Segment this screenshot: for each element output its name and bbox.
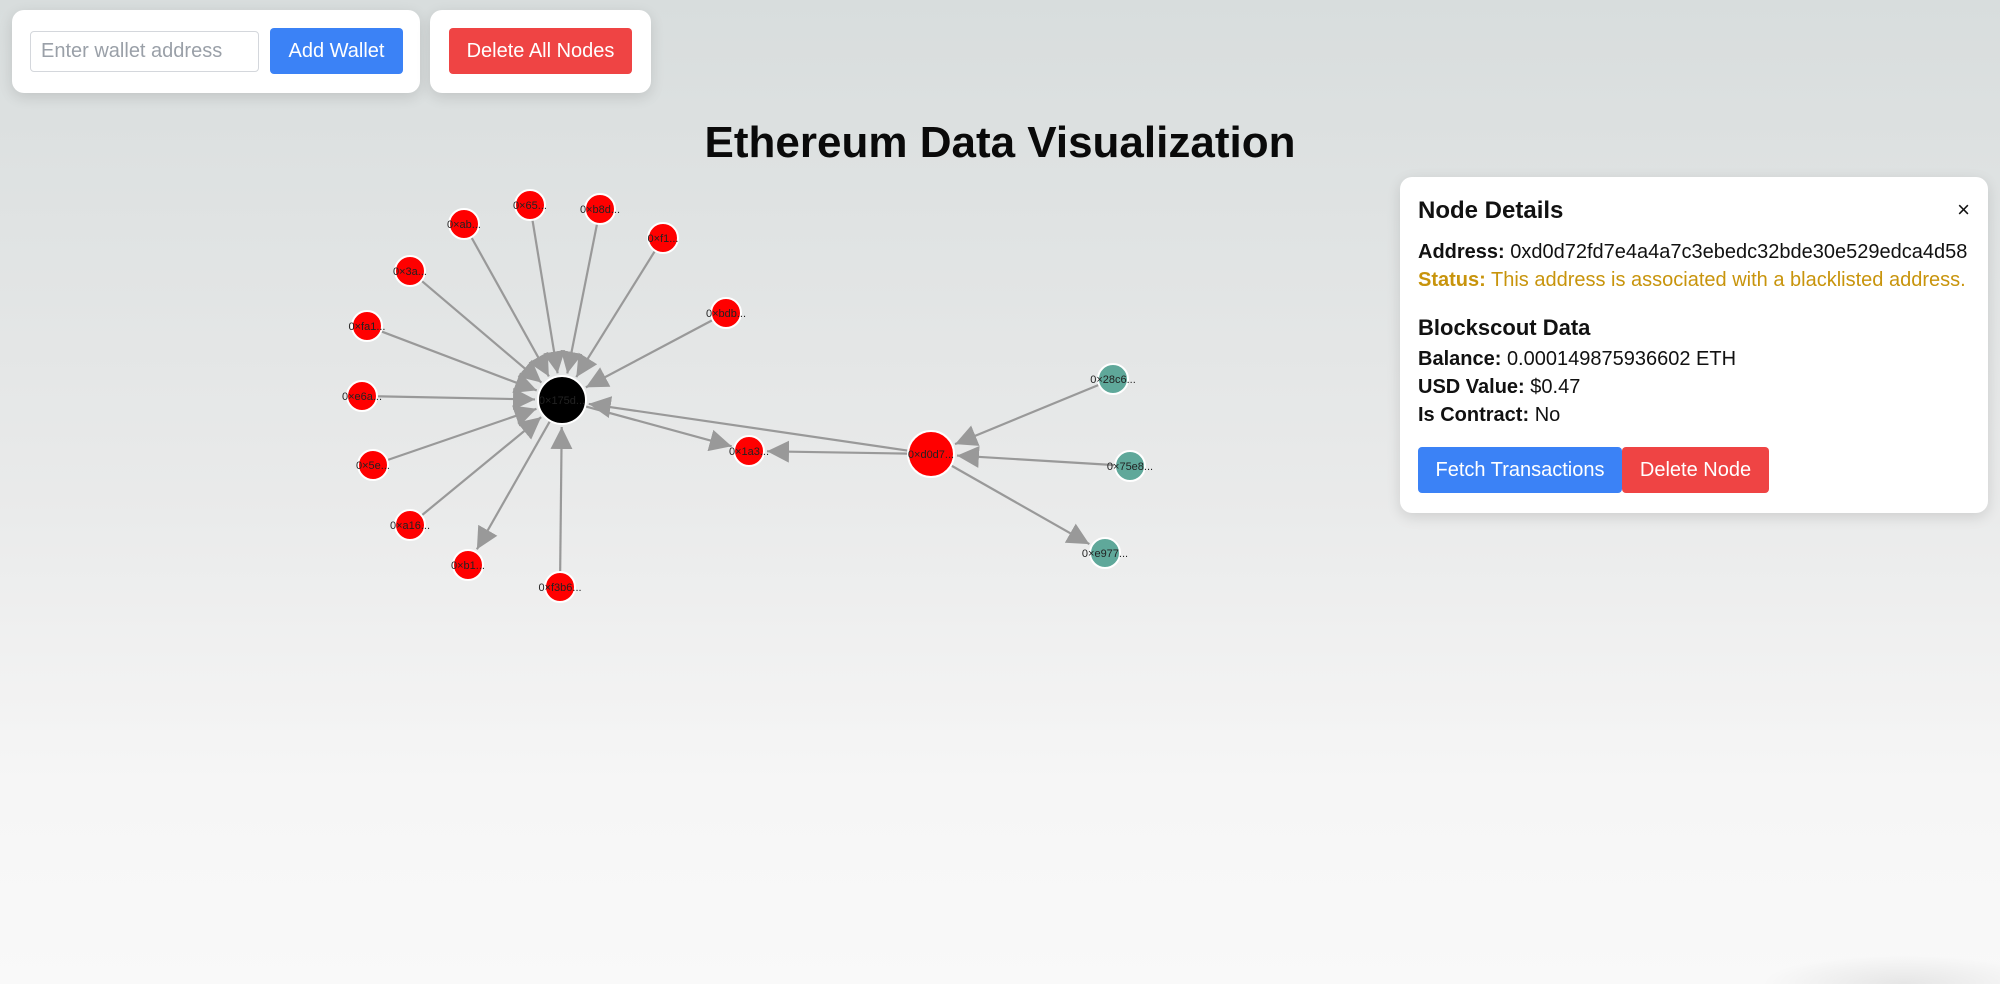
- graph-node-label: 0×175d...: [539, 395, 585, 407]
- graph-node-h[interactable]: 0×e6a...: [342, 380, 382, 412]
- status-label: Status:: [1418, 269, 1486, 291]
- balance-label: Balance:: [1418, 348, 1502, 370]
- graph-node-t3[interactable]: 0×e977...: [1082, 537, 1128, 569]
- graph-node-label: 0×a16...: [390, 520, 430, 532]
- graph-node-c[interactable]: 0×b8d...: [580, 193, 620, 225]
- is-contract-label: Is Contract:: [1418, 404, 1530, 426]
- is-contract-value: No: [1534, 404, 1561, 426]
- usd-value-row: USD Value: $0.47: [1418, 376, 1580, 399]
- graph-node-label: 0×ab...: [447, 219, 481, 231]
- edge-g-hub: [380, 330, 538, 393]
- edge-l-hub: [550, 426, 573, 573]
- graph-node-label: 0×b1...: [451, 560, 485, 572]
- graph-node-hub[interactable]: 0×175d...: [537, 375, 587, 425]
- graph-node-a[interactable]: 0×ab...: [447, 208, 481, 240]
- graph-node-g[interactable]: 0×fa1...: [348, 310, 386, 342]
- graph-node-label: 0×e6a...: [342, 391, 382, 403]
- graph-node-label: 0×fa1...: [348, 321, 385, 333]
- edge-h-hub: [376, 388, 536, 411]
- graph-node-f[interactable]: 0×3a...: [393, 255, 427, 287]
- edge-t1-sel: [954, 383, 1100, 446]
- graph-node-l[interactable]: 0×f3b6...: [538, 571, 582, 603]
- graph-node-label: 0×75e8...: [1107, 461, 1153, 473]
- graph-node-i[interactable]: 0×5e...: [356, 449, 390, 481]
- graph-node-label: 0×1a3...: [729, 446, 769, 458]
- graph-node-m[interactable]: 0×1a3...: [729, 435, 769, 467]
- graph-node-label: 0×d0d7...: [908, 449, 954, 461]
- is-contract-row: Is Contract: No: [1418, 404, 1560, 427]
- graph-node-label: 0×f3b6...: [538, 582, 581, 594]
- address-label: Address:: [1418, 241, 1505, 263]
- balance-row: Balance: 0.000149875936602 ETH: [1418, 348, 1736, 371]
- edge-i-hub: [386, 405, 537, 462]
- graph-node-label: 0×28c6...: [1090, 374, 1136, 386]
- status-row: Status: This address is associated with …: [1418, 269, 1966, 292]
- graph-node-label: 0×5e...: [356, 460, 390, 472]
- delete-node-button[interactable]: Delete Node: [1622, 447, 1769, 493]
- blockscout-data-title: Blockscout Data: [1418, 315, 1591, 340]
- graph-node-label: 0×65...: [513, 200, 547, 212]
- address-row: Address: 0xd0d72fd7e4a4a7c3ebedc32bde30e…: [1418, 241, 1967, 264]
- edge-sel-m: [766, 440, 909, 463]
- graph-node-label: 0×e977...: [1082, 548, 1128, 560]
- node-details-panel: Node Details × Address: 0xd0d72fd7e4a4a7…: [1400, 177, 1988, 513]
- balance-value: 0.000149875936602 ETH: [1506, 348, 1737, 370]
- node-details-title: Node Details: [1418, 197, 1564, 224]
- graph-node-b[interactable]: 0×65...: [513, 189, 547, 221]
- edge-hub-m: [584, 405, 732, 452]
- graph-node-t2[interactable]: 0×75e8...: [1107, 450, 1153, 482]
- edge-sel-t3: [950, 464, 1090, 546]
- graph-node-d[interactable]: 0×f1...: [647, 222, 679, 254]
- edge-t2-sel: [956, 445, 1116, 468]
- status-value: This address is associated with a blackl…: [1491, 269, 1966, 291]
- graph-node-k[interactable]: 0×b1...: [451, 549, 485, 581]
- graph-node-label: 0×f1...: [648, 233, 679, 245]
- corner-shadow: [1760, 954, 2000, 984]
- close-icon[interactable]: ×: [1957, 199, 1970, 221]
- graph-node-e[interactable]: 0×bdb...: [706, 297, 746, 329]
- graph-node-label: 0×3a...: [393, 266, 427, 278]
- usd-value-value: $0.47: [1530, 376, 1581, 398]
- fetch-transactions-button[interactable]: Fetch Transactions: [1418, 447, 1622, 493]
- usd-value-label: USD Value:: [1418, 376, 1525, 398]
- address-value: 0xd0d72fd7e4a4a7c3ebedc32bde30e529edca4d…: [1510, 241, 1968, 263]
- graph-node-label: 0×bdb...: [706, 308, 746, 320]
- graph-node-sel[interactable]: 0×d0d7...: [907, 430, 955, 478]
- graph-node-t1[interactable]: 0×28c6...: [1090, 363, 1136, 395]
- edge-b-hub: [531, 219, 565, 374]
- graph-node-label: 0×b8d...: [580, 204, 620, 216]
